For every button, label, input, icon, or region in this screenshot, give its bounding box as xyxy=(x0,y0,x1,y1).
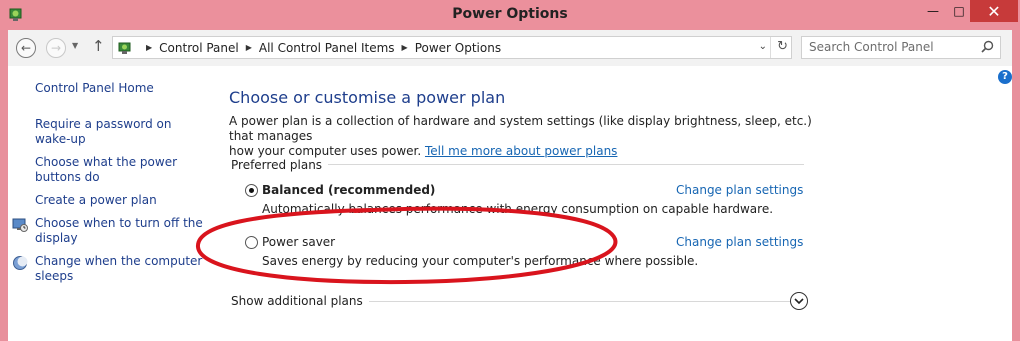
sidebar-link-label: Create a power plan xyxy=(35,193,157,207)
sidebar-link-label: display xyxy=(35,231,78,245)
sidebar-link-label: Choose when to turn off the xyxy=(35,216,203,230)
expand-chevron-icon[interactable] xyxy=(790,292,808,310)
chevron-down-icon[interactable]: ⌄ xyxy=(759,41,767,52)
sidebar-link-label: Require a password on xyxy=(35,117,172,131)
preferred-plans-label: Preferred plans xyxy=(231,158,329,172)
page-description: A power plan is a collection of hardware… xyxy=(229,114,819,159)
control-panel-icon xyxy=(118,42,131,54)
moon-icon xyxy=(13,256,28,270)
sidebar-link-turn-off-display[interactable]: Choose when to turn off the display xyxy=(35,216,205,246)
recent-locations-button[interactable]: ▼ xyxy=(72,41,78,50)
description-text: how your computer uses power. xyxy=(229,144,425,158)
balanced-plan-name[interactable]: Balanced (recommended) xyxy=(262,183,435,197)
show-additional-plans-label[interactable]: Show additional plans xyxy=(231,294,369,308)
balanced-radio[interactable] xyxy=(245,184,258,197)
power-saver-plan-name[interactable]: Power saver xyxy=(262,235,335,249)
breadcrumb-control-panel[interactable]: Control Panel xyxy=(159,41,239,55)
search-placeholder: Search Control Panel xyxy=(809,40,934,54)
sidebar-link-computer-sleeps[interactable]: Change when the computer sleeps xyxy=(35,254,205,284)
back-button[interactable]: ← xyxy=(16,38,36,58)
title-bar: Power Options — □ ✕ xyxy=(0,0,1020,30)
close-button[interactable]: ✕ xyxy=(970,0,1018,22)
description-text: A power plan is a collection of hardware… xyxy=(229,114,812,143)
minimize-button[interactable]: — xyxy=(918,0,948,22)
search-input[interactable]: Search Control Panel xyxy=(801,36,1001,59)
sidebar-link-power-buttons[interactable]: Choose what the power buttons do xyxy=(35,155,205,185)
window-title: Power Options xyxy=(452,6,568,22)
breadcrumb-power-options[interactable]: Power Options xyxy=(415,41,501,55)
breadcrumb-all-items[interactable]: All Control Panel Items xyxy=(259,41,395,55)
address-bar[interactable]: ▶ Control Panel ▶ All Control Panel Item… xyxy=(112,36,792,59)
breadcrumb-separator-icon: ▶ xyxy=(146,43,153,52)
sidebar-link-label: Choose what the power xyxy=(35,155,178,169)
balanced-plan-description: Automatically balances performance with … xyxy=(262,202,774,216)
sidebar-link-control-panel-home[interactable]: Control Panel Home xyxy=(35,81,205,96)
power-saver-radio[interactable] xyxy=(245,236,258,249)
content-pane: ? Control Panel Home Require a password … xyxy=(8,66,1012,341)
sidebar-link-label: wake-up xyxy=(35,132,86,146)
forward-button[interactable]: → xyxy=(46,38,66,58)
up-arrow-icon[interactable]: ↑ xyxy=(92,37,105,55)
breadcrumb-separator-icon: ▶ xyxy=(401,43,408,52)
search-icon[interactable] xyxy=(981,40,994,53)
breadcrumb-separator-icon: ▶ xyxy=(245,43,252,52)
maximize-button[interactable]: □ xyxy=(946,0,972,22)
help-icon[interactable]: ? xyxy=(998,70,1012,84)
balanced-change-settings-link[interactable]: Change plan settings xyxy=(676,183,803,197)
power-saver-plan-description: Saves energy by reducing your computer's… xyxy=(262,254,699,268)
tell-me-more-link[interactable]: Tell me more about power plans xyxy=(425,144,617,158)
monitor-icon xyxy=(12,218,28,232)
address-divider xyxy=(770,37,771,58)
refresh-icon[interactable]: ↻ xyxy=(777,39,788,54)
power-saver-change-settings-link[interactable]: Change plan settings xyxy=(676,235,803,249)
page-title: Choose or customise a power plan xyxy=(229,88,506,107)
sidebar-link-label: sleeps xyxy=(35,269,74,283)
sidebar-link-create-power-plan[interactable]: Create a power plan xyxy=(35,193,205,208)
sidebar-link-require-password[interactable]: Require a password on wake-up xyxy=(35,117,205,147)
sidebar-link-label: buttons do xyxy=(35,170,100,184)
navigation-bar: ← → ▼ ↑ ▶ Control Panel ▶ All Control Pa… xyxy=(8,30,1012,66)
sidebar-link-label: Change when the computer xyxy=(35,254,203,268)
